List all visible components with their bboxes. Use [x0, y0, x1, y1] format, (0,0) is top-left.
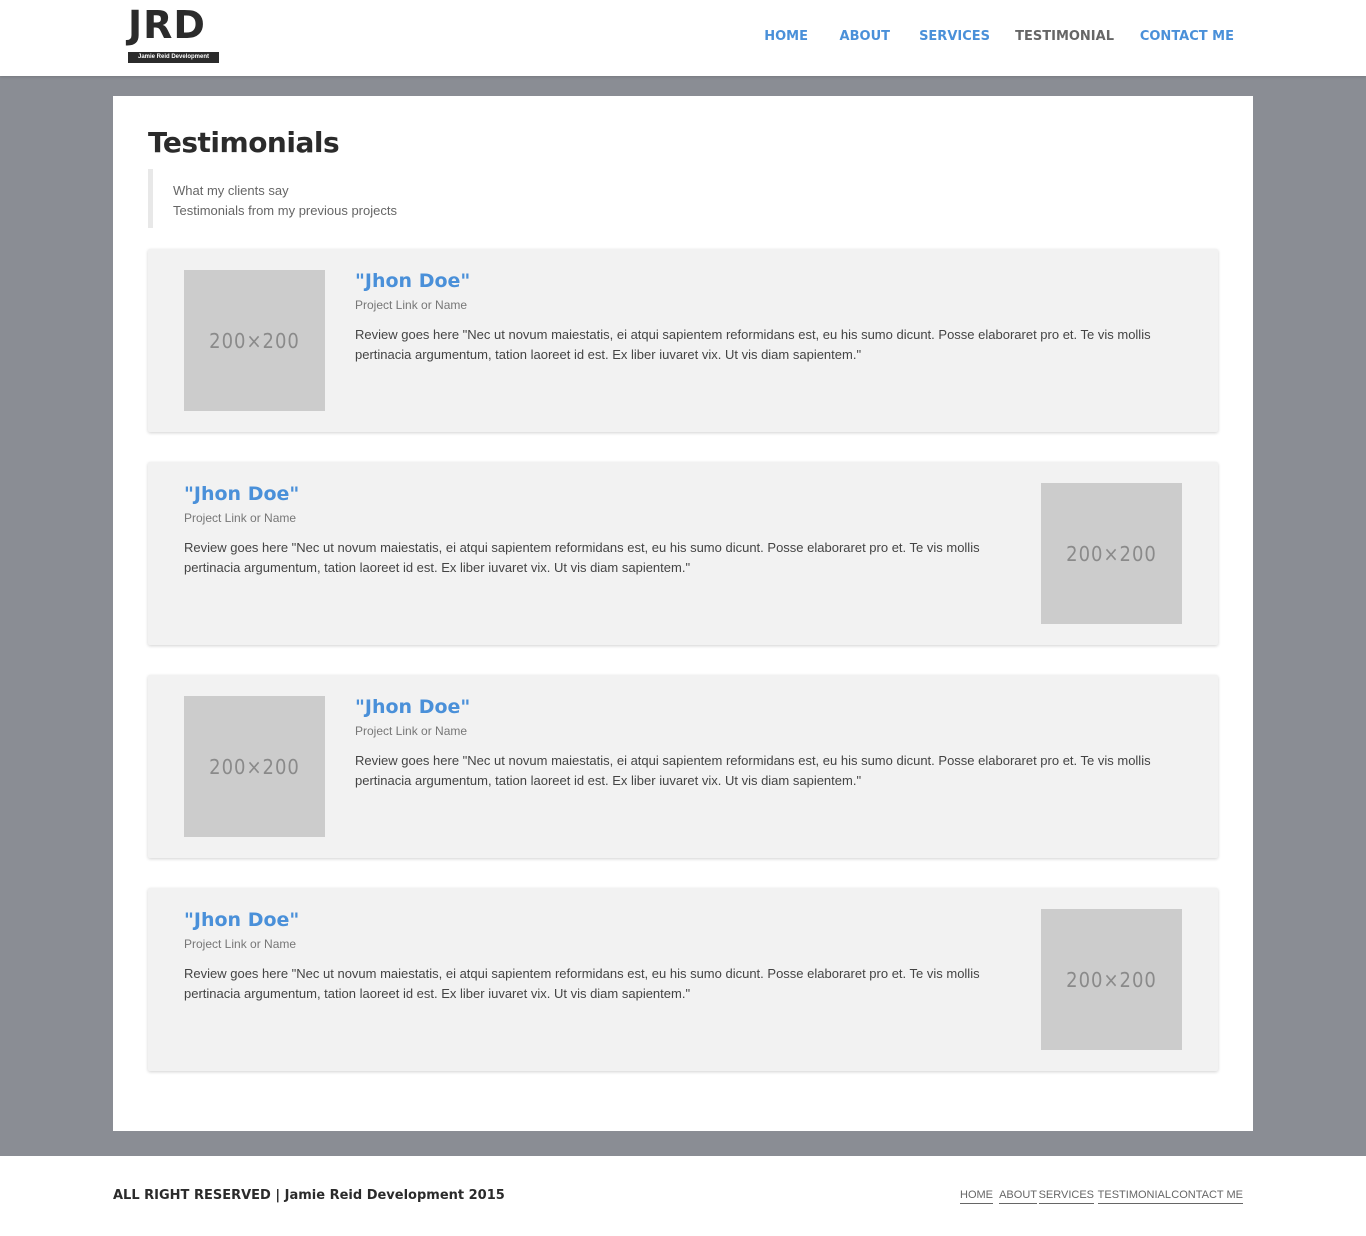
- testimonial-card: 200×200 "Jhon Doe" Project Link or Name …: [148, 888, 1218, 1071]
- page-title: Testimonials: [148, 126, 340, 159]
- footer-link-home[interactable]: HOME: [960, 1189, 993, 1204]
- project-link[interactable]: Project Link or Name: [184, 937, 1011, 951]
- nav-testimonial[interactable]: TESTIMONIAL: [1015, 29, 1114, 44]
- nav-home[interactable]: HOME: [764, 29, 808, 44]
- project-link[interactable]: Project Link or Name: [355, 298, 1182, 312]
- testimonial-card: 200×200 "Jhon Doe" Project Link or Name …: [148, 249, 1218, 432]
- client-image-placeholder: 200×200: [1041, 483, 1182, 624]
- footer-link-testimonial[interactable]: TESTIMONIAL: [1097, 1189, 1171, 1204]
- logo-subtext: Jamie Reid Development: [128, 52, 219, 63]
- project-link[interactable]: Project Link or Name: [355, 724, 1182, 738]
- subtitle-line-1: What my clients say: [173, 183, 289, 198]
- footer-link-contact[interactable]: CONTACT ME: [1171, 1189, 1243, 1204]
- nav-services[interactable]: SERVICES: [919, 29, 990, 44]
- review-text: Review goes here "Nec ut novum maiestati…: [355, 753, 1151, 788]
- site-footer: ALL RIGHT RESERVED | Jamie Reid Developm…: [0, 1156, 1366, 1236]
- client-name: "Jhon Doe": [355, 270, 471, 292]
- client-name: "Jhon Doe": [184, 909, 300, 931]
- logo[interactable]: JRD Jamie Reid Development: [128, 6, 220, 64]
- content-panel: Testimonials What my clients say Testimo…: [113, 96, 1253, 1131]
- client-name: "Jhon Doe": [184, 483, 300, 505]
- copyright-text: ALL RIGHT RESERVED | Jamie Reid Developm…: [113, 1188, 505, 1203]
- client-image-placeholder: 200×200: [184, 696, 325, 837]
- page-subtitle: What my clients say Testimonials from my…: [148, 169, 397, 228]
- testimonial-card: 200×200 "Jhon Doe" Project Link or Name …: [148, 462, 1218, 645]
- site-header: JRD Jamie Reid Development HOME ABOUT SE…: [0, 0, 1366, 76]
- footer-link-services[interactable]: SERVICES: [1038, 1189, 1094, 1204]
- review-text: Review goes here "Nec ut novum maiestati…: [355, 327, 1151, 362]
- client-name: "Jhon Doe": [355, 696, 471, 718]
- client-image-placeholder: 200×200: [184, 270, 325, 411]
- testimonial-card: 200×200 "Jhon Doe" Project Link or Name …: [148, 675, 1218, 858]
- review-text: Review goes here "Nec ut novum maiestati…: [184, 966, 980, 1001]
- client-image-placeholder: 200×200: [1041, 909, 1182, 1050]
- nav-contact[interactable]: CONTACT ME: [1140, 29, 1234, 44]
- logo-text: JRD: [128, 3, 206, 47]
- review-text: Review goes here "Nec ut novum maiestati…: [184, 540, 980, 575]
- subtitle-line-2: Testimonials from my previous projects: [173, 203, 397, 218]
- nav-about[interactable]: ABOUT: [840, 29, 890, 44]
- project-link[interactable]: Project Link or Name: [184, 511, 1011, 525]
- footer-link-about[interactable]: ABOUT: [999, 1189, 1037, 1204]
